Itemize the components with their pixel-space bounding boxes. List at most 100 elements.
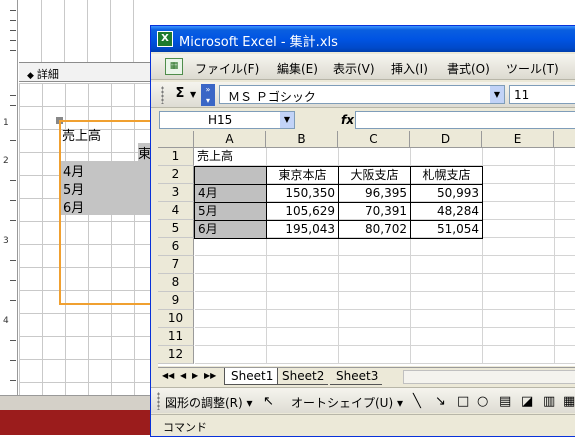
cell-c5[interactable]: 80,702 bbox=[338, 220, 411, 239]
cell-d2[interactable]: 札幌支店 bbox=[410, 166, 483, 185]
row-header[interactable]: 7 bbox=[158, 256, 194, 274]
rectangle-tool-icon[interactable]: □ bbox=[457, 394, 469, 409]
textbox-tool-icon[interactable]: ▤ bbox=[499, 394, 511, 409]
row-header[interactable]: 8 bbox=[158, 274, 194, 292]
tab-sheet3[interactable]: Sheet3 bbox=[330, 368, 383, 385]
cell-b2[interactable]: 東京本店 bbox=[266, 166, 339, 185]
ruler-number: 4 bbox=[3, 316, 9, 326]
detail-section-bar[interactable]: ◆ 詳細 bbox=[19, 62, 159, 82]
select-all-corner[interactable] bbox=[158, 131, 194, 148]
row-header[interactable]: 10 bbox=[158, 310, 194, 328]
row-header[interactable]: 5 bbox=[158, 220, 194, 238]
insert-function-icon[interactable]: fx bbox=[341, 113, 354, 127]
row-header[interactable]: 9 bbox=[158, 292, 194, 310]
column-header-e[interactable]: E bbox=[482, 131, 554, 148]
first-sheet-icon[interactable]: ◀◀ bbox=[162, 371, 174, 380]
vertical-ruler: 1 2 3 4 bbox=[0, 0, 18, 410]
menu-format[interactable]: 書式(O) bbox=[447, 60, 490, 77]
autosum-dropdown-icon[interactable]: ▼ bbox=[190, 90, 196, 99]
designer-scrollbar[interactable] bbox=[0, 395, 160, 410]
column-header-a[interactable]: A bbox=[194, 131, 266, 148]
select-pointer-icon[interactable]: ↖ bbox=[263, 394, 274, 409]
cell-a3[interactable]: 4月 bbox=[194, 184, 267, 203]
row-header[interactable]: 4 bbox=[158, 202, 194, 220]
cell-b4[interactable]: 105,629 bbox=[266, 202, 339, 221]
cell-a4[interactable]: 5月 bbox=[194, 202, 267, 221]
sheet-tab-bar: ◀◀ ◀ ▶ ▶▶ Sheet1 Sheet2 Sheet3 bbox=[158, 367, 575, 385]
oval-tool-icon[interactable]: ○ bbox=[477, 394, 488, 409]
title-bar[interactable]: X Microsoft Excel - 集計.xls bbox=[151, 26, 575, 52]
status-bar: コマンド bbox=[151, 414, 575, 436]
report-header-area bbox=[19, 0, 159, 62]
ruler-number: 1 bbox=[3, 118, 9, 128]
last-sheet-icon[interactable]: ▶▶ bbox=[204, 371, 216, 380]
name-box-value: H15 bbox=[208, 113, 233, 127]
cell-a2[interactable] bbox=[194, 166, 267, 185]
status-text: コマンド bbox=[163, 421, 207, 434]
menu-edit[interactable]: 編集(E) bbox=[277, 60, 318, 77]
worksheet-grid[interactable]: A B C D E 1 2 3 4 5 6 7 8 9 10 11 12 売上高… bbox=[158, 131, 575, 366]
menu-bar: ▦ ファイル(F) 編集(E) 表示(V) 挿入(I) 書式(O) ツール(T) bbox=[151, 54, 575, 80]
prev-sheet-icon[interactable]: ◀ bbox=[180, 371, 186, 380]
window-title: Microsoft Excel - 集計.xls bbox=[179, 35, 338, 50]
menu-file[interactable]: ファイル(F) bbox=[195, 60, 259, 77]
toolbar-overflow-icon[interactable]: » ▾ bbox=[201, 84, 215, 106]
section-arrow-icon: ◆ bbox=[27, 71, 34, 81]
cell-d4[interactable]: 48,284 bbox=[410, 202, 483, 221]
horizontal-scrollbar[interactable] bbox=[403, 370, 575, 384]
workbook-icon[interactable]: ▦ bbox=[165, 58, 183, 75]
column-header-b[interactable]: B bbox=[266, 131, 338, 148]
row-header[interactable]: 12 bbox=[158, 346, 194, 364]
cell-b5[interactable]: 195,043 bbox=[266, 220, 339, 239]
row-header[interactable]: 6 bbox=[158, 238, 194, 256]
formatting-toolbar: Σ ▼ » ▾ ＭＳ Ｐゴシック ▼ 11 bbox=[151, 82, 575, 108]
cell-a5[interactable]: 6月 bbox=[194, 220, 267, 239]
font-name-value: ＭＳ Ｐゴシック bbox=[228, 90, 316, 104]
diagram-tool-icon[interactable]: ▥ bbox=[543, 394, 555, 409]
cell-c2[interactable]: 大阪支店 bbox=[338, 166, 411, 185]
tab-sheet1[interactable]: Sheet1 bbox=[224, 368, 279, 385]
toolbar-grip[interactable] bbox=[161, 86, 164, 104]
tab-sheet2[interactable]: Sheet2 bbox=[276, 368, 329, 385]
next-sheet-icon[interactable]: ▶ bbox=[192, 371, 198, 380]
chevron-down-icon[interactable]: ▼ bbox=[490, 86, 504, 103]
column-header-c[interactable]: C bbox=[338, 131, 410, 148]
background-bar bbox=[0, 410, 160, 435]
row-header[interactable]: 2 bbox=[158, 166, 194, 184]
font-size-select[interactable]: 11 bbox=[509, 85, 575, 104]
autoshape-menu[interactable]: オートシェイプ(U) ▾ bbox=[291, 394, 403, 411]
formula-bar: H15 ▼ fx bbox=[151, 110, 575, 130]
column-header-d[interactable]: D bbox=[410, 131, 482, 148]
menu-tools[interactable]: ツール(T) bbox=[506, 60, 559, 77]
draw-adjust-menu[interactable]: 図形の調整(R) ▾ bbox=[165, 394, 253, 411]
font-name-select[interactable]: ＭＳ Ｐゴシック ▼ bbox=[219, 85, 505, 104]
chevron-down-icon[interactable]: ▼ bbox=[280, 112, 294, 128]
line-tool-icon[interactable]: ╲ bbox=[413, 394, 421, 409]
arrow-tool-icon[interactable]: ↘ bbox=[435, 394, 446, 409]
excel-app-icon[interactable]: X bbox=[157, 31, 173, 47]
cell-d3[interactable]: 50,993 bbox=[410, 184, 483, 203]
toolbar-grip[interactable] bbox=[157, 392, 160, 410]
menu-view[interactable]: 表示(V) bbox=[333, 60, 375, 77]
row-header[interactable]: 3 bbox=[158, 184, 194, 202]
wordart-tool-icon[interactable]: ◪ bbox=[521, 394, 533, 409]
cell-c3[interactable]: 96,395 bbox=[338, 184, 411, 203]
row-header[interactable]: 11 bbox=[158, 328, 194, 346]
cell-d5[interactable]: 51,054 bbox=[410, 220, 483, 239]
excel-window[interactable]: X Microsoft Excel - 集計.xls ▦ ファイル(F) 編集(… bbox=[150, 25, 575, 437]
drawing-toolbar: 図形の調整(R) ▾ ↖ オートシェイプ(U) ▾ ╲ ↘ □ ○ ▤ ◪ ▥ … bbox=[151, 387, 575, 413]
menu-insert[interactable]: 挿入(I) bbox=[391, 60, 428, 77]
autosum-button[interactable]: Σ bbox=[169, 86, 191, 104]
ruler-number: 2 bbox=[3, 156, 9, 166]
column-header-f[interactable] bbox=[554, 131, 575, 148]
formula-input[interactable] bbox=[355, 111, 575, 129]
name-box[interactable]: H15 ▼ bbox=[159, 111, 295, 129]
cell-b3[interactable]: 150,350 bbox=[266, 184, 339, 203]
section-label: 詳細 bbox=[36, 68, 59, 81]
ruler-number: 3 bbox=[3, 236, 9, 246]
row-header[interactable]: 1 bbox=[158, 148, 194, 166]
clipart-tool-icon[interactable]: ▦ bbox=[563, 394, 575, 409]
cell-c4[interactable]: 70,391 bbox=[338, 202, 411, 221]
cell-a1[interactable]: 売上高 bbox=[194, 148, 266, 166]
font-size-value: 11 bbox=[514, 88, 530, 102]
